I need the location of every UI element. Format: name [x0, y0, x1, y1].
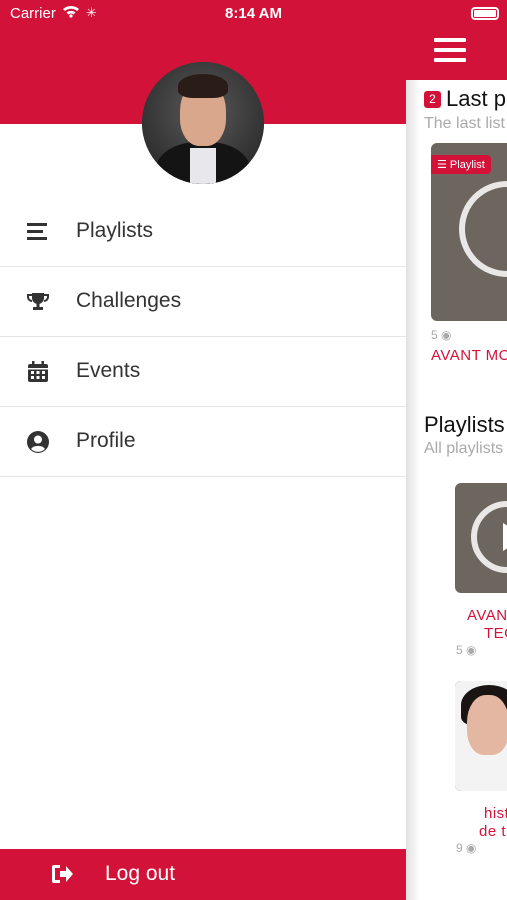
- battery-icon: [471, 7, 499, 20]
- thumbnail-face: [467, 695, 507, 755]
- playlist-title-line1[interactable]: hist: [484, 805, 507, 822]
- view-count-value: 5: [431, 328, 438, 342]
- playlist-badge: ☰ Playlist: [431, 155, 491, 174]
- avatar-shirt: [190, 148, 216, 184]
- view-count-value: 5: [456, 643, 463, 657]
- logout-button[interactable]: Log out: [0, 849, 406, 900]
- eye-icon: ◉: [466, 841, 477, 855]
- list-icon: [27, 223, 47, 240]
- play-icon: [471, 501, 507, 573]
- card-title[interactable]: AVANT MO: [431, 347, 507, 364]
- last-section-title-text: Last p: [446, 86, 506, 111]
- menu-item-label: Profile: [76, 429, 136, 452]
- calendar-icon: [28, 361, 48, 382]
- play-triangle-icon: [503, 523, 507, 551]
- hamburger-menu-icon[interactable]: [434, 38, 466, 64]
- view-count: 9 ◉: [456, 841, 477, 855]
- person-thumbnail[interactable]: [455, 681, 507, 791]
- wifi-icon: [63, 5, 79, 18]
- menu-item-profile[interactable]: Profile: [0, 407, 406, 477]
- playlist-card[interactable]: ☰ Playlist: [431, 143, 507, 321]
- trophy-icon: [27, 293, 49, 310]
- playlist-thumbnail[interactable]: [455, 483, 507, 593]
- playlists-section-subtitle: All playlists: [424, 440, 504, 457]
- menu-item-label: Events: [76, 359, 141, 382]
- last-section-title: 2 Last p: [424, 86, 506, 112]
- menu-item-label: Challenges: [76, 289, 182, 312]
- view-count: 5 ◉: [431, 328, 452, 342]
- playlists-section-title: Playlists: [424, 412, 505, 437]
- avatar-hair: [178, 74, 228, 98]
- logout-icon: [52, 865, 73, 883]
- eye-icon: ◉: [441, 328, 452, 342]
- playlist-title-line2[interactable]: de t: [479, 823, 506, 840]
- playlist-title-line2[interactable]: TEC: [484, 625, 507, 642]
- menu-item-challenges[interactable]: Challenges: [0, 267, 406, 337]
- play-icon: [459, 181, 507, 277]
- user-circle-icon: [27, 431, 49, 453]
- main-content: 2 Last p The last list ☰ Playlist 5 ◉ AVA…: [406, 80, 507, 900]
- menu-item-playlists[interactable]: Playlists: [0, 197, 406, 267]
- count-badge: 2: [424, 91, 441, 108]
- drawer-shadow: [406, 80, 420, 900]
- menu-item-label: Playlists: [76, 219, 154, 242]
- view-count: 5 ◉: [456, 643, 477, 657]
- eye-icon: ◉: [466, 643, 477, 657]
- view-count-value: 9: [456, 841, 463, 855]
- carrier-label: Carrier: [10, 5, 56, 22]
- menu-item-events[interactable]: Events: [0, 337, 406, 407]
- activity-spinner-icon: ✳: [86, 5, 97, 20]
- status-bar: Carrier ✳ 8:14 AM: [0, 0, 507, 28]
- playlist-badge-label: Playlist: [449, 159, 485, 171]
- avatar[interactable]: [142, 62, 264, 184]
- playlist-title-line1[interactable]: AVANT: [467, 607, 507, 624]
- last-section-subtitle: The last list: [424, 115, 505, 132]
- logout-label: Log out: [105, 862, 176, 885]
